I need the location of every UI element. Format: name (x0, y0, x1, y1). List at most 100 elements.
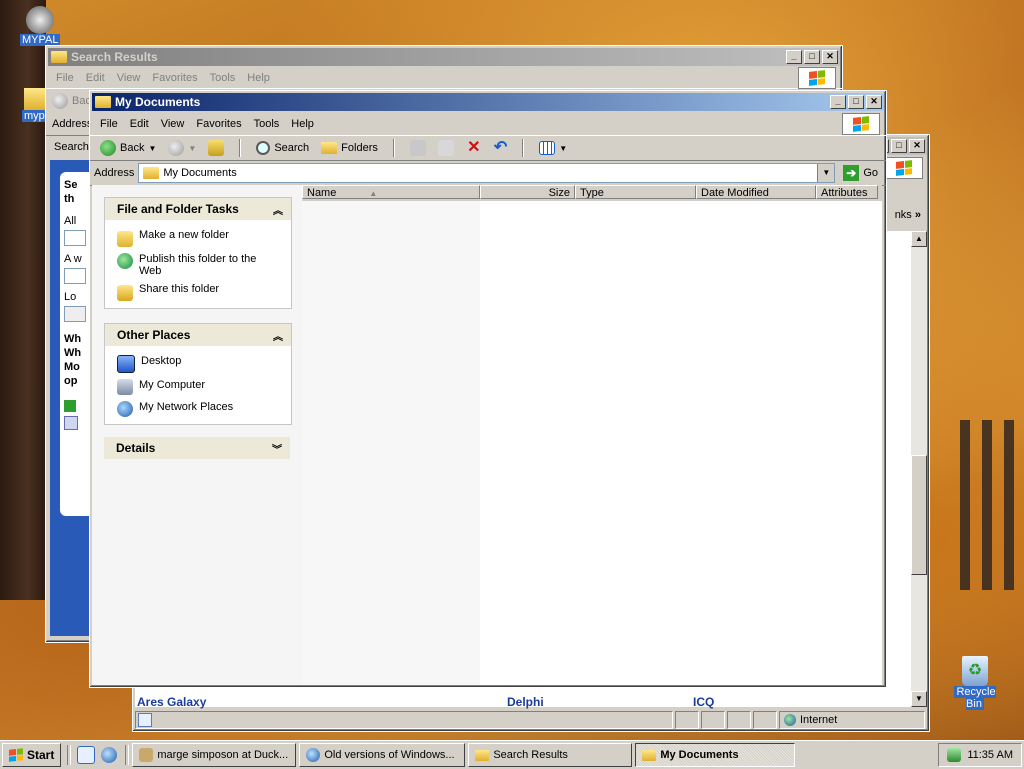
standard-toolbar: Back ▼ ▼ Search Folders ✕ ↶ ▼ (90, 136, 886, 161)
word-input[interactable] (64, 268, 86, 284)
panel-title: Details (116, 441, 156, 455)
copy-to-button[interactable] (432, 137, 460, 159)
close-button[interactable]: ✕ (909, 139, 925, 153)
move-to-button[interactable] (404, 137, 432, 159)
address-dropdown-icon[interactable]: ▼ (817, 164, 835, 182)
views-button[interactable]: ▼ (533, 137, 573, 159)
expand-chevron-icon[interactable]: ︾ (272, 441, 282, 456)
back-dropdown-icon[interactable]: ▼ (148, 144, 156, 153)
links-toolbar[interactable]: nks » (895, 209, 921, 221)
place-label: My Network Places (139, 401, 234, 413)
my-computer-link[interactable]: My Computer (105, 376, 291, 398)
delete-button[interactable]: ✕ (460, 137, 488, 159)
look-in-select[interactable] (64, 306, 86, 322)
make-new-folder-link[interactable]: Make a new folder (105, 226, 291, 250)
publish-to-web-link[interactable]: Publish this folder to the Web (105, 250, 291, 280)
forward-dropdown-icon[interactable]: ▼ (188, 144, 196, 153)
vertical-scrollbar[interactable]: ▲ ▼ (911, 231, 927, 707)
column-attributes[interactable]: Attributes (816, 185, 878, 199)
my-network-places-link[interactable]: My Network Places (105, 398, 291, 420)
up-folder-button[interactable] (202, 137, 230, 159)
undo-button[interactable]: ↶ (488, 137, 513, 159)
taskbar-item-duck[interactable]: marge simposon at Duck... (132, 743, 297, 767)
publish-web-icon (117, 253, 133, 269)
menu-edit[interactable]: Edit (124, 118, 155, 130)
menu-favorites[interactable]: Favorites (190, 118, 247, 130)
column-label: Type (580, 187, 604, 199)
menu-view[interactable]: View (155, 118, 191, 130)
link-cell[interactable]: Ares Galaxy (137, 695, 507, 709)
menu-help[interactable]: Help (241, 72, 276, 84)
filename-input[interactable] (64, 230, 86, 246)
taskbar-item-old-windows[interactable]: Old versions of Windows... (299, 743, 466, 767)
collapse-chevron-icon[interactable]: ︽ (273, 202, 283, 217)
desktop-icon-label: Recycle Bin (954, 686, 996, 710)
panel-title: Other Places (117, 328, 191, 342)
show-desktop-icon[interactable] (77, 746, 96, 764)
scroll-thumb[interactable] (911, 455, 927, 575)
panel-header[interactable]: Details ︾ (104, 437, 290, 459)
address-input[interactable]: My Documents ▼ (138, 163, 836, 183)
file-folder-tasks-panel: File and Folder Tasks ︽ Make a new folde… (104, 197, 292, 309)
desktop-icon-mypal-shortcut[interactable]: MYPAL (20, 6, 61, 46)
menu-edit[interactable]: Edit (80, 72, 111, 84)
page-icon (138, 713, 152, 727)
search-go-icon[interactable] (64, 400, 76, 412)
link-cell[interactable]: Delphi (507, 695, 693, 709)
file-list-view[interactable]: Name ▲ Size Type Date Modified Attribute… (302, 185, 882, 685)
column-type[interactable]: Type (575, 185, 696, 199)
search-button[interactable]: Search (250, 137, 315, 159)
search-label: Search (274, 142, 310, 154)
panel-header[interactable]: Other Places ︽ (105, 324, 291, 346)
maximize-button[interactable]: □ (804, 50, 820, 64)
task-label: marge simposon at Duck... (157, 749, 289, 761)
menu-tools[interactable]: Tools (204, 72, 242, 84)
taskbar-item-my-documents[interactable]: My Documents (635, 743, 796, 767)
close-button[interactable]: ✕ (866, 95, 882, 109)
close-button[interactable]: ✕ (822, 50, 838, 64)
search-tab[interactable]: Search (54, 141, 89, 153)
maximize-button[interactable]: □ (848, 95, 864, 109)
menu-help[interactable]: Help (285, 118, 320, 130)
taskbar-item-search-results[interactable]: Search Results (468, 743, 633, 767)
network-tray-icon[interactable] (947, 748, 962, 762)
back-label: Back (120, 142, 145, 154)
new-folder-icon (117, 231, 133, 247)
menu-bar: File Edit View Favorites Tools Help (46, 67, 842, 89)
back-arrow-icon[interactable] (64, 416, 78, 430)
desktop-icon-recycle-bin[interactable]: ♻ Recycle Bin (944, 656, 1006, 710)
column-name[interactable]: Name ▲ (302, 185, 480, 199)
forward-button[interactable]: ▼ (162, 137, 202, 159)
clock[interactable]: 11:35 AM (967, 749, 1013, 761)
scroll-down-arrow[interactable]: ▼ (911, 691, 927, 707)
title-bar[interactable]: Search Results _ □ ✕ (48, 48, 840, 66)
column-date-modified[interactable]: Date Modified (696, 185, 816, 199)
menu-tools[interactable]: Tools (248, 118, 286, 130)
collapse-chevron-icon[interactable]: ︽ (273, 328, 283, 343)
maximize-button[interactable]: □ (891, 139, 907, 153)
folders-button[interactable]: Folders (315, 137, 384, 159)
scroll-up-arrow[interactable]: ▲ (911, 231, 927, 247)
desktop-link[interactable]: Desktop (105, 352, 291, 376)
start-button[interactable]: Start (2, 743, 62, 767)
internet-explorer-icon[interactable] (101, 747, 118, 763)
my-documents-window[interactable]: My Documents _ □ ✕ File Edit View Favori… (89, 90, 887, 688)
ie-page-icon (306, 748, 321, 762)
menu-favorites[interactable]: Favorites (146, 72, 203, 84)
share-folder-link[interactable]: Share this folder (105, 280, 291, 304)
go-button[interactable]: ➔ Go (835, 165, 886, 181)
column-size[interactable]: Size (480, 185, 575, 199)
title-bar[interactable]: My Documents _ □ ✕ (92, 93, 884, 111)
menu-view[interactable]: View (111, 72, 147, 84)
link-cell[interactable]: ICQ (693, 695, 714, 709)
task-label: Share this folder (139, 283, 220, 295)
up-folder-icon (208, 140, 225, 156)
menu-file[interactable]: File (50, 72, 80, 84)
address-folder-icon (143, 167, 160, 179)
menu-file[interactable]: File (94, 118, 124, 130)
minimize-button[interactable]: _ (830, 95, 846, 109)
panel-header[interactable]: File and Folder Tasks ︽ (105, 198, 291, 220)
views-dropdown-icon[interactable]: ▼ (559, 144, 567, 153)
back-button[interactable]: Back ▼ (94, 137, 162, 159)
minimize-button[interactable]: _ (786, 50, 802, 64)
